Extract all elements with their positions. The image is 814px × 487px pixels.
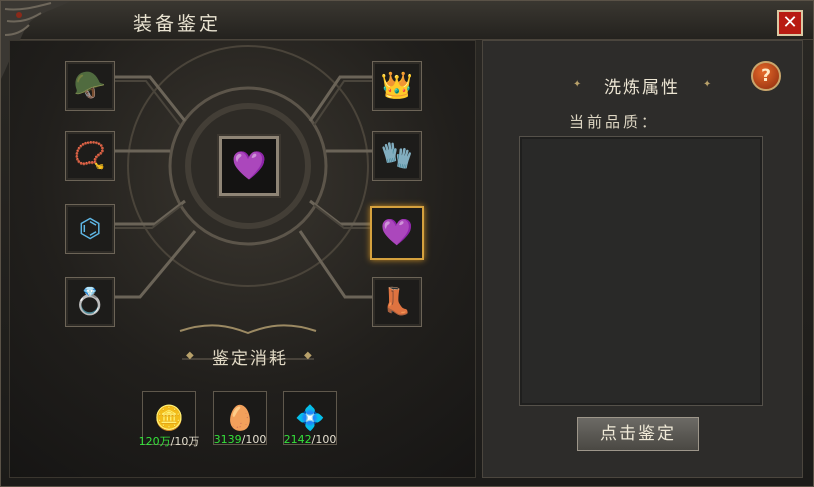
equip-slot-left-4[interactable]: 💍: [65, 277, 115, 327]
helmet-icon: 🪖: [73, 71, 107, 101]
sparkle-ornament-icon: ✦: [703, 79, 712, 90]
equip-slot-left-3[interactable]: ⌬: [65, 204, 115, 254]
equip-slot-right-1[interactable]: 👑: [372, 61, 422, 111]
cost-need: /100: [241, 433, 267, 446]
title-bar[interactable]: 装备鉴定 ✕: [1, 1, 813, 79]
glove-icon: 🧤: [380, 141, 414, 171]
necklace-icon: 📿: [73, 141, 107, 171]
quality-display-box: [519, 136, 763, 406]
equip-slot-left-1[interactable]: 🪖: [65, 61, 115, 111]
boot-icon: 👢: [380, 287, 414, 317]
sparkle-ornament-icon: ✦: [573, 79, 582, 90]
bracelet-icon: ⌬: [78, 214, 102, 244]
diamond-ornament-icon: ◆: [304, 350, 312, 361]
ring-icon: 💜: [380, 218, 414, 248]
cost-have: 3139: [213, 433, 242, 446]
cost-have: 2142: [283, 433, 312, 446]
refine-attributes-title: 洗炼属性: [604, 78, 680, 98]
diamond-ornament-icon: ◆: [186, 350, 194, 361]
center-item-slot[interactable]: 💜: [217, 134, 281, 198]
equip-slot-right-2[interactable]: 🧤: [372, 131, 422, 181]
cost-title: 鉴定消耗: [212, 349, 288, 369]
equip-slot-right-4[interactable]: 👢: [372, 277, 422, 327]
cost-need: /100: [311, 433, 337, 446]
window-title: 装备鉴定: [133, 13, 222, 35]
refine-attributes-panel: ✦ ✦ 洗炼属性 ? 当前品质： 点击鉴定: [482, 40, 803, 478]
equipment-panel: 🪖 📿 ⌬ 💍 👑 🧤 💜 👢 💜 ◆ ◆ 鉴定消耗 🪙 🥚 💠 120万/10…: [9, 40, 476, 478]
crown-icon: 👑: [380, 71, 414, 101]
close-icon[interactable]: ✕: [782, 12, 797, 33]
close-button[interactable]: ✕: [777, 10, 803, 36]
identify-window: 装备鉴定 ✕ 🪖 📿 ⌬ 💍 👑 🧤 💜 👢 💜 ◆ ◆ 鉴定消耗 🪙 🥚 💠 …: [0, 0, 814, 487]
equip-slot-right-3-selected[interactable]: 💜: [370, 206, 424, 260]
identify-button[interactable]: 点击鉴定: [577, 417, 699, 451]
help-button[interactable]: ?: [751, 61, 781, 91]
ring-icon: 💍: [73, 287, 107, 317]
cost-have: 120万: [138, 435, 171, 448]
equip-slot-left-2[interactable]: 📿: [65, 131, 115, 181]
current-quality-label: 当前品质：: [569, 113, 660, 131]
ring-icon: 💜: [231, 149, 267, 182]
help-icon[interactable]: ?: [761, 66, 771, 86]
cost-label-crystal: 2142/100: [265, 433, 355, 446]
